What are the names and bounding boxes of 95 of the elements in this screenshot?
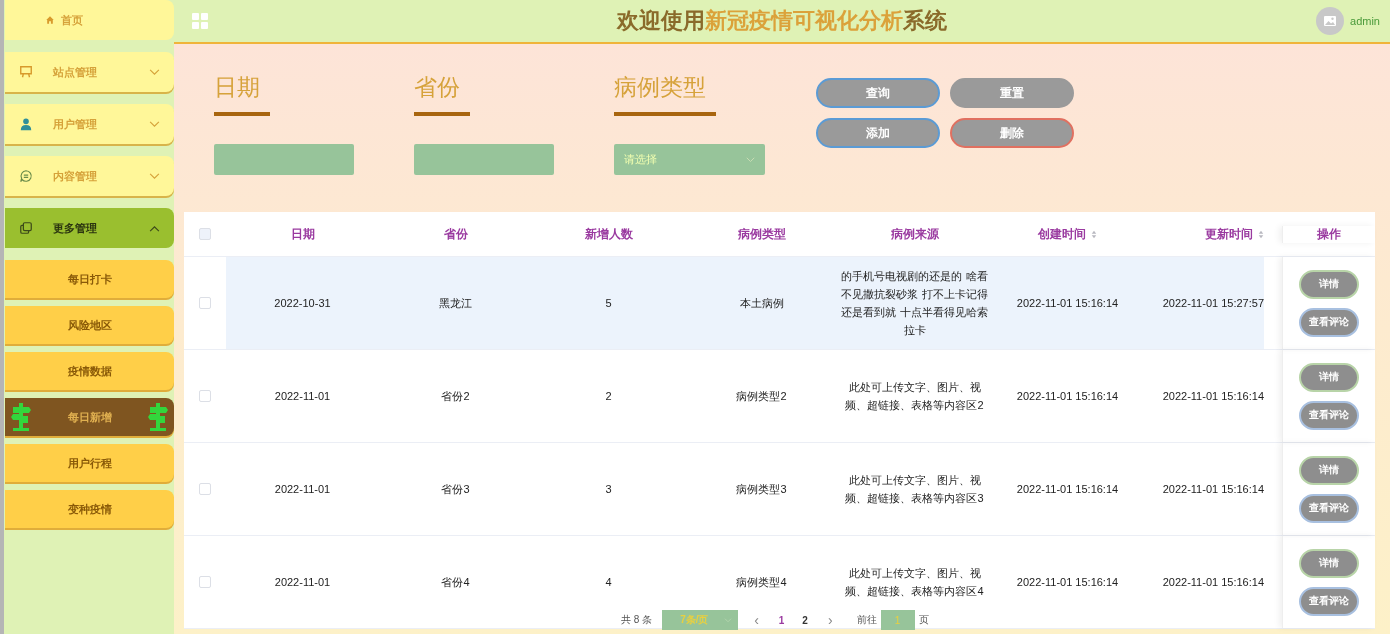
table-cell-text: 省份4 — [441, 575, 470, 590]
table-cell-text: 省份3 — [441, 482, 470, 497]
field-label: 省份 — [414, 73, 460, 102]
page-number[interactable]: 1 — [774, 614, 789, 626]
prev-page-button[interactable]: ‹ — [748, 612, 765, 628]
board-icon — [19, 65, 33, 79]
table-cell-text: 2022-11-01 15:16:14 — [1016, 482, 1119, 497]
table-cell-text: 黑龙江 — [439, 296, 472, 311]
input-field[interactable] — [414, 144, 554, 175]
table-cell-text: 2022-11-01 — [274, 389, 331, 404]
table-cell-text: 此处可上传文字、图片、视频、超链接、表格等内容区3 — [844, 473, 985, 506]
chevron-down-icon — [746, 156, 755, 163]
table-cell-text: 病例类型2 — [736, 389, 787, 404]
row-checkbox[interactable] — [199, 483, 211, 495]
column-header: 病例类型 — [737, 225, 786, 243]
table-cell-text: 省份2 — [441, 389, 470, 404]
table-cell-text: 此处可上传文字、图片、视频、超链接、表格等内容区2 — [844, 380, 985, 413]
menu-item[interactable]: 内容管理 — [5, 156, 174, 196]
row-action-button[interactable]: 查看评论 — [1299, 586, 1359, 616]
field-label: 日期 — [214, 73, 260, 102]
chevron-down-icon — [149, 68, 160, 76]
tree-icon — [11, 403, 31, 431]
next-page-button[interactable]: › — [821, 612, 839, 628]
table-cell-text: 此处可上传文字、图片、视频、超链接、表格等内容区4 — [844, 566, 985, 599]
row-checkbox[interactable] — [199, 576, 211, 588]
menu-item[interactable]: 首页 — [5, 0, 174, 40]
user-icon — [19, 117, 33, 131]
menu-item[interactable]: 用户管理 — [5, 104, 174, 144]
menu-item[interactable]: 站点管理 — [5, 52, 174, 92]
home-icon — [45, 15, 55, 25]
action-button[interactable]: 添加 — [816, 118, 940, 148]
submenu-item[interactable]: 每日打卡 — [5, 260, 174, 298]
action-button[interactable]: 查询 — [816, 78, 940, 108]
tree-icon — [148, 403, 168, 431]
table-cell-text: 2 — [605, 389, 612, 404]
action-button[interactable]: 删除 — [950, 118, 1074, 148]
page-number[interactable]: 2 — [798, 614, 812, 626]
row-checkbox[interactable] — [199, 390, 211, 402]
chevron-up-icon — [149, 224, 160, 232]
table-cell-text: 2022-11-01 15:16:14 — [1016, 389, 1119, 404]
column-header: 病例来源 — [890, 225, 939, 243]
row-checkbox[interactable] — [199, 297, 211, 309]
table-cell-text: 2022-11-01 15:16:14 — [1016, 296, 1119, 311]
table-cell-text: 病例类型4 — [736, 575, 787, 590]
select-all-checkbox[interactable] — [199, 228, 211, 240]
table-cell-text: 4 — [605, 575, 612, 590]
copy-icon — [19, 221, 33, 235]
row-action-button[interactable]: 查看评论 — [1299, 307, 1359, 337]
sort-icon[interactable] — [1258, 229, 1264, 239]
row-action-button[interactable]: 查看评论 — [1299, 400, 1359, 430]
avatar-icon[interactable] — [1316, 7, 1345, 35]
table-cell-text: 2022-10-31 — [274, 296, 331, 311]
column-header: 新增人数 — [584, 225, 633, 243]
chat-icon — [19, 169, 33, 183]
field-label: 病例类型 — [614, 73, 706, 102]
app-title: 欢迎使用新冠疫情可视化分析系统 — [617, 7, 947, 35]
submenu-item[interactable]: 每日新增 — [5, 398, 174, 436]
submenu-item[interactable]: 用户行程 — [5, 444, 174, 482]
row-action-button[interactable]: 查看评论 — [1299, 493, 1359, 523]
table-cell-text: 2022-11-01 15:16:14 — [1016, 575, 1119, 590]
table-cell-text: 3 — [605, 482, 612, 497]
username[interactable]: admin — [1350, 15, 1380, 27]
table-cell-text: 本土病例 — [739, 296, 784, 311]
table-cell-text: 2022-11-01 15:27:57 — [1162, 296, 1264, 311]
row-action-button[interactable]: 详情 — [1299, 455, 1359, 485]
submenu-item[interactable]: 疫情数据 — [5, 352, 174, 390]
chevron-down-icon — [149, 172, 160, 180]
table-cell-text: 的手机号电视剧的还是的 啥看不见撒抗裂砂浆 打不上卡记得还是看到就 十点半看得见哈索拉卡 — [840, 269, 989, 338]
column-header: 操作 — [1317, 225, 1341, 243]
column-header: 创建时间 — [1038, 225, 1086, 243]
submenu-item[interactable]: 风险地区 — [5, 306, 174, 344]
table-cell-text: 病例类型3 — [736, 482, 787, 497]
submenu-item[interactable]: 变种疫情 — [5, 490, 174, 528]
table-cell-text: 2022-11-01 — [274, 482, 331, 497]
column-header: 日期 — [290, 225, 315, 243]
chevron-down-icon — [149, 120, 160, 128]
select-field[interactable]: 请选择 — [614, 144, 765, 175]
column-header: 省份 — [443, 225, 468, 243]
table-cell-text: 5 — [605, 296, 612, 311]
row-action-button[interactable]: 详情 — [1299, 269, 1359, 299]
menu-icon[interactable] — [192, 13, 208, 29]
goto-label: 前往 — [856, 613, 877, 627]
input-field[interactable] — [214, 144, 354, 175]
sort-icon[interactable] — [1091, 229, 1097, 239]
row-action-button[interactable]: 详情 — [1299, 548, 1359, 578]
table-cell-text: 2022-11-01 — [274, 575, 331, 590]
table-cell-text: 2022-11-01 15:16:14 — [1162, 575, 1264, 590]
action-button[interactable]: 重置 — [950, 78, 1074, 108]
row-action-button[interactable]: 详情 — [1299, 362, 1359, 392]
table-cell-text: 2022-11-01 15:16:14 — [1162, 482, 1264, 497]
menu-item[interactable]: 更多管理 — [5, 208, 174, 248]
total-count: 共 8 条 — [621, 613, 653, 627]
table-cell-text: 2022-11-01 15:16:14 — [1162, 389, 1264, 404]
column-header: 更新时间 — [1205, 225, 1253, 243]
page-unit: 页 — [918, 613, 929, 627]
